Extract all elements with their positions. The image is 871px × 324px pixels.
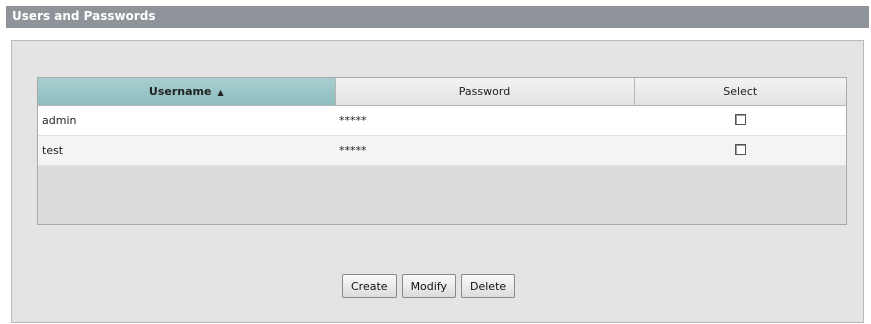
password-cell: ***** xyxy=(335,105,634,136)
select-cell xyxy=(634,135,846,166)
select-checkbox[interactable] xyxy=(734,143,746,155)
column-header-label: Select xyxy=(723,85,758,98)
action-buttons: Create Modify Delete xyxy=(342,274,516,298)
users-grid: Username ▲ Password Select admin ***** te… xyxy=(37,77,847,225)
table-row[interactable]: test ***** xyxy=(38,135,846,166)
title-bar: Users and Passwords xyxy=(6,6,869,28)
modify-button[interactable]: Modify xyxy=(401,274,457,298)
page-title: Users and Passwords xyxy=(12,9,156,23)
sort-ascending-icon: ▲ xyxy=(217,88,224,97)
username-cell: test xyxy=(38,135,335,166)
users-table: Username ▲ Password Select admin ***** te… xyxy=(38,78,846,166)
table-header-row: Username ▲ Password Select xyxy=(38,78,846,106)
create-button[interactable]: Create xyxy=(342,274,397,298)
column-header-select[interactable]: Select xyxy=(634,78,846,106)
table-row[interactable]: admin ***** xyxy=(38,105,846,136)
column-header-password[interactable]: Password xyxy=(335,78,635,106)
column-header-label: Password xyxy=(458,85,511,98)
select-checkbox[interactable] xyxy=(734,113,746,125)
select-cell xyxy=(634,105,846,136)
delete-button[interactable]: Delete xyxy=(461,274,516,298)
password-cell: ***** xyxy=(335,135,634,166)
column-header-label: Username xyxy=(148,85,212,98)
column-header-username[interactable]: Username ▲ xyxy=(38,78,336,106)
username-cell: admin xyxy=(38,105,335,136)
